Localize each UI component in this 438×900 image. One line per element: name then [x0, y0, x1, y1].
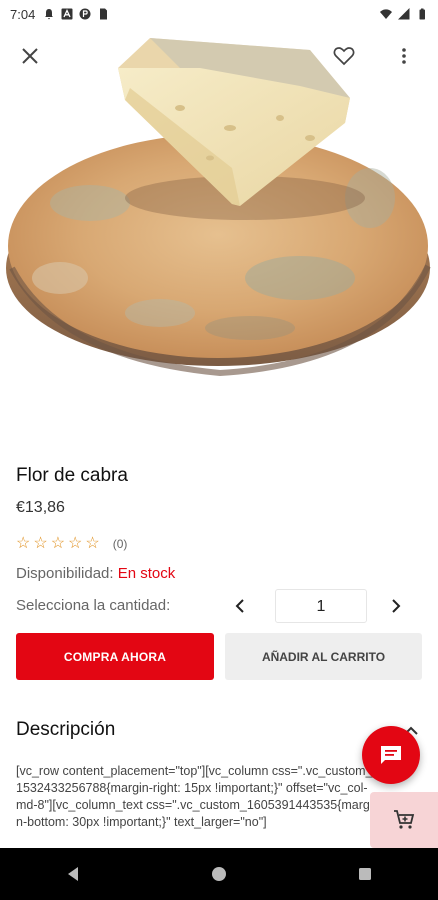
- product-title: Flor de cabra: [16, 465, 128, 486]
- star-icon: ☆: [33, 535, 48, 552]
- system-nav-bar: [0, 848, 438, 900]
- availability: Disponibilidad: En stock: [16, 565, 175, 582]
- product-image: [0, 28, 438, 418]
- star-icon: ☆: [16, 535, 31, 552]
- description-text: [vc_row content_placement="top"][vc_colu…: [16, 764, 373, 829]
- status-bar: 7:04: [0, 0, 438, 28]
- chat-icon: [381, 746, 401, 764]
- chevron-right-icon: [392, 599, 401, 613]
- star-icon: ☆: [50, 535, 66, 552]
- more-vert-icon: [402, 48, 406, 64]
- description-title: Descripción: [16, 719, 116, 740]
- availability-status: En stock: [117, 565, 176, 582]
- rating-stars: ☆ ☆ ☆ ☆ ☆ (0): [16, 536, 127, 552]
- rating-count: (0): [112, 537, 128, 551]
- availability-label: Disponibilidad:: [16, 565, 114, 582]
- home-icon: [212, 867, 226, 881]
- heart-icon: [333, 47, 355, 66]
- app-p-icon: [79, 8, 91, 20]
- recents-icon: [359, 868, 371, 880]
- quantity-input[interactable]: 1: [275, 589, 367, 623]
- quantity-label: Selecciona la cantidad:: [16, 597, 171, 614]
- favorite-button[interactable]: [330, 42, 358, 70]
- app-a-icon: [61, 8, 73, 20]
- add-to-cart-button[interactable]: AÑADIR AL CARRITO: [225, 633, 422, 680]
- buy-now-button[interactable]: COMPRA AHORA: [16, 633, 214, 680]
- close-icon: [22, 48, 38, 64]
- chat-button[interactable]: [362, 726, 420, 784]
- close-button[interactable]: [16, 42, 44, 70]
- quantity-decrease-button[interactable]: [228, 594, 252, 618]
- status-time: 7:04: [10, 6, 36, 22]
- add-cart-icon: [394, 810, 415, 829]
- more-options-button[interactable]: [390, 42, 418, 70]
- sim-card-icon: [100, 8, 108, 20]
- floating-cart-button[interactable]: [370, 792, 438, 848]
- notification-bell-icon: [45, 9, 54, 20]
- product-price: €13,86: [16, 499, 65, 516]
- wifi-icon: [380, 9, 392, 19]
- nav-home-button[interactable]: [199, 854, 239, 894]
- signal-icon: [398, 8, 410, 20]
- battery-icon: [419, 8, 425, 20]
- quantity-increase-button[interactable]: [384, 594, 408, 618]
- nav-back-button[interactable]: [53, 854, 93, 894]
- nav-recents-button[interactable]: [345, 854, 385, 894]
- cheese-illustration: [6, 38, 431, 377]
- star-icon: ☆: [85, 535, 100, 552]
- back-icon: [68, 867, 78, 881]
- star-icon: ☆: [68, 535, 83, 552]
- chevron-left-icon: [235, 599, 244, 613]
